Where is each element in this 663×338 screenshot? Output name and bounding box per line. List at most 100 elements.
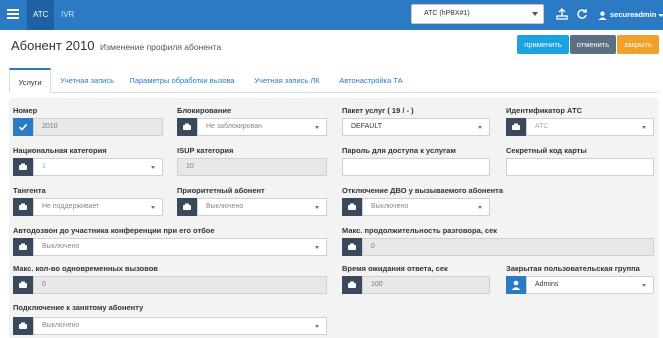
tab-services[interactable]: Услуги [9, 68, 51, 93]
card-secret-label: Секретный код карты [506, 146, 587, 155]
connect-busy-label: Подключение к занятому абоненту [13, 303, 144, 312]
page-title-text: Абонент 2010 [11, 38, 95, 53]
answer-wait-label: Время ожидания ответа, сек [342, 264, 448, 273]
service-package-field[interactable]: DEFAULT [342, 118, 490, 136]
pbx-id-label: Идентификатор АТС [506, 106, 583, 115]
chevron-down-icon [151, 206, 155, 209]
isup-category-label: ISUP категория [177, 146, 234, 155]
pbx-select-value: АТС (hPBX#1) [424, 10, 470, 17]
apply-button[interactable]: применить [517, 35, 569, 54]
answer-wait-input[interactable]: 100 [362, 276, 490, 294]
upload-icon[interactable] [556, 8, 568, 20]
national-category-field[interactable]: 1 [13, 158, 163, 176]
connect-busy-value: Выключено [42, 322, 80, 329]
card-secret-input[interactable] [506, 158, 654, 176]
chevron-down-icon [151, 166, 155, 169]
chevron-down-icon [478, 206, 482, 209]
user-icon [598, 11, 607, 20]
pbx-id-field[interactable]: АТС [506, 118, 654, 136]
chevron-down-icon [315, 126, 319, 129]
national-category-value: 1 [42, 163, 46, 170]
max-simultaneous-field[interactable]: 0 [13, 276, 327, 294]
disable-vas-select[interactable]: Выключено [362, 198, 490, 216]
tangent-select[interactable]: Не поддерживает [33, 198, 163, 216]
disable-vas-label: Отключение ДВО у вызываемого абонента [342, 186, 503, 195]
pbx-id-value: АТС [535, 123, 549, 130]
max-simultaneous-input[interactable]: 0 [33, 276, 327, 294]
chevron-down-icon [658, 13, 663, 17]
service-package-select[interactable]: DEFAULT [342, 118, 490, 136]
blocking-select[interactable]: Не заблокирован [197, 118, 327, 136]
max-call-duration-label: Макс. продолжительность разговора, сек [342, 226, 498, 235]
user-menu[interactable]: secureadmin [598, 0, 663, 30]
blocking-field[interactable]: Не заблокирован [177, 118, 327, 136]
toggle-icon [506, 118, 526, 136]
profile-tabs: Услуги Учетная запись Параметры обработк… [9, 68, 659, 93]
service-password-input[interactable] [342, 158, 490, 176]
tab-account[interactable]: Учетная запись [55, 68, 119, 93]
priority-subscriber-field[interactable]: Выключено [177, 198, 327, 216]
check-icon [13, 118, 33, 136]
timer-icon [342, 276, 362, 294]
national-category-select[interactable]: 1 [33, 158, 163, 176]
connect-busy-select[interactable]: Выключено [33, 317, 327, 335]
toggle-icon [13, 317, 33, 335]
closed-user-group-field[interactable]: Admins [506, 276, 654, 294]
closed-user-group-label: Закрытая пользовательская группа [506, 264, 640, 273]
closed-user-group-select[interactable]: Admins [526, 276, 654, 294]
menu-icon[interactable] [7, 9, 19, 19]
chevron-down-icon [315, 325, 319, 328]
nav-tab-atc[interactable]: АТС [27, 0, 55, 30]
toggle-icon [177, 198, 197, 216]
tab-personal-account[interactable]: Учетная запись ЛК [249, 68, 325, 93]
toggle-icon [177, 118, 197, 136]
max-call-duration-input[interactable]: 0 [362, 238, 654, 256]
service-package-value: DEFAULT [351, 123, 382, 130]
cancel-button[interactable]: отменить [570, 35, 616, 54]
autodial-conference-label: Автодозвон до участника конференции при … [13, 226, 215, 235]
chevron-down-icon [315, 206, 319, 209]
answer-wait-field[interactable]: 100 [342, 276, 490, 294]
counter-icon [13, 276, 33, 294]
tab-auto-config[interactable]: Автонастройка ТА [335, 68, 407, 93]
service-password-field[interactable] [342, 158, 490, 176]
national-category-label: Национальная категория [13, 146, 107, 155]
refresh-icon[interactable] [576, 8, 588, 20]
service-password-label: Пароль для доступа к услугам [342, 146, 456, 155]
chevron-down-icon [315, 246, 319, 249]
close-button[interactable]: закрыть [617, 35, 659, 54]
nav-tab-ivr[interactable]: IVR [55, 0, 80, 30]
user-name: secureadmin [610, 10, 657, 19]
tangent-label: Тангента [13, 186, 46, 195]
number-field: 2010 [13, 118, 163, 136]
autodial-conference-select[interactable]: Выключено [33, 238, 327, 256]
chevron-down-icon [642, 284, 646, 287]
priority-subscriber-select[interactable]: Выключено [197, 198, 327, 216]
chevron-down-icon [642, 126, 646, 129]
toggle-icon [13, 238, 33, 256]
top-navbar: АТС IVR АТС (hPBX#1) secureadmin [0, 0, 663, 30]
tab-call-processing[interactable]: Параметры обработки вызова [126, 68, 238, 93]
autodial-conference-value: Выключено [42, 243, 80, 250]
services-form: Номер 2010 Блокирование Не заблокирован … [9, 98, 659, 338]
blocking-value: Не заблокирован [206, 123, 262, 130]
toggle-icon [13, 158, 33, 176]
pbx-select[interactable]: АТС (hPBX#1) [411, 4, 544, 24]
service-package-label: Пакет услуг ( 19 / - ) [342, 106, 414, 115]
priority-subscriber-label: Приоритетный абонент [177, 186, 265, 195]
disable-vas-value: Выключено [371, 203, 409, 210]
priority-subscriber-value: Выключено [206, 203, 244, 210]
page-subtitle: Изменение профиля абонента [100, 42, 222, 52]
tangent-field[interactable]: Не поддерживает [13, 198, 163, 216]
isup-category-input[interactable]: 10 [177, 158, 327, 176]
toggle-icon [13, 198, 33, 216]
max-call-duration-field[interactable]: 0 [342, 238, 654, 256]
isup-category-field[interactable]: 10 [177, 158, 327, 176]
disable-vas-field[interactable]: Выключено [342, 198, 490, 216]
card-secret-field[interactable] [506, 158, 654, 176]
autodial-conference-field[interactable]: Выключено [13, 238, 327, 256]
connect-busy-field[interactable]: Выключено [13, 317, 327, 335]
timer-icon [342, 238, 362, 256]
chevron-down-icon [478, 126, 482, 129]
pbx-id-select[interactable]: АТС [526, 118, 654, 136]
